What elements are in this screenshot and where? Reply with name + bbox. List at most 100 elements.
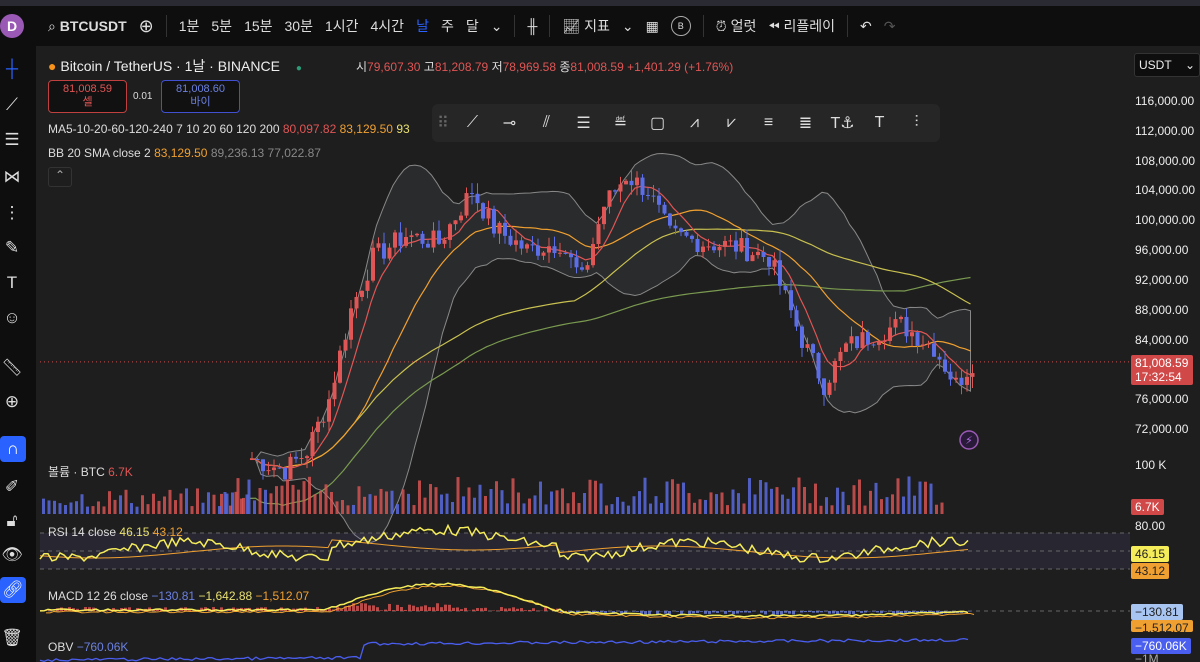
unlock-icon[interactable]: 🔓︎: [0, 508, 24, 534]
abc-wave-icon[interactable]: ⩗: [713, 114, 750, 132]
horizontal-ray-icon[interactable]: ⊸: [491, 113, 528, 133]
projection-icon[interactable]: ⋮: [0, 200, 24, 226]
bb-legend[interactable]: BB 20 SMA close 2 83,129.50 89,236.13 77…: [48, 146, 321, 160]
macd-histogram-bar: [436, 603, 439, 611]
candle: [728, 240, 733, 242]
volume-bar: [313, 494, 317, 514]
lock-drawing-icon[interactable]: ✐: [0, 474, 24, 500]
anchored-text-icon[interactable]: T⚓︎: [824, 113, 861, 133]
text-icon[interactable]: T: [861, 114, 898, 132]
candle: [783, 285, 788, 291]
interval-4h[interactable]: 4시간: [371, 16, 405, 36]
indicators-button[interactable]: 📈︎ 지표: [562, 16, 609, 36]
rsi-legend[interactable]: RSI 14 close 46.15 43.12: [48, 525, 183, 539]
lightning-icon: ⚡︎: [965, 435, 973, 447]
volume-bar: [539, 481, 542, 514]
interval-1m[interactable]: 1분: [179, 16, 200, 36]
volume-bar: [341, 499, 344, 514]
redo-icon[interactable]: ↷: [884, 18, 896, 35]
macd-histogram-bar: [788, 611, 791, 614]
volume-legend[interactable]: 볼륨 · BTC 6.7K: [48, 463, 133, 480]
crosshair-icon[interactable]: ┼: [0, 56, 24, 82]
interval-5m[interactable]: 5분: [211, 16, 232, 36]
candle: [932, 343, 936, 357]
parallel-channel-icon[interactable]: ⫽: [528, 114, 565, 132]
eye-icon[interactable]: 👁︎: [0, 542, 24, 568]
macd-histogram-bar: [372, 605, 375, 611]
brush-icon[interactable]: ✎: [0, 235, 24, 261]
volume-bar: [550, 491, 553, 514]
replay-button[interactable]: ⏪︎ 리플레이: [768, 16, 835, 36]
volume-bar: [445, 493, 449, 514]
pitchfork-icon[interactable]: ☰: [565, 113, 602, 133]
macd-histogram-bar: [364, 603, 367, 611]
candle-type-icon[interactable]: ╫: [527, 18, 537, 34]
drag-handle-icon[interactable]: ⠿: [432, 113, 454, 133]
fib-extension-icon[interactable]: ≣: [787, 113, 824, 133]
volume-bar: [814, 483, 817, 514]
volume-bar: [462, 496, 465, 514]
volume-bar: [935, 504, 938, 514]
volume-bar: [478, 484, 482, 514]
elliott-wave-icon[interactable]: ⩘: [676, 114, 713, 132]
symbol-search[interactable]: ⌕ BTCUSDT: [48, 18, 127, 35]
volume-profile-icon[interactable]: ⫶: [898, 114, 935, 132]
sell-button[interactable]: 81,008.59 셀: [48, 80, 127, 113]
macd-histogram-bar: [748, 611, 751, 613]
candle: [827, 382, 832, 395]
magnet-icon[interactable]: ∩: [0, 436, 26, 462]
macd-histogram-bar: [368, 605, 371, 611]
obv-legend[interactable]: OBV −760.06K: [48, 640, 128, 654]
trendline-icon[interactable]: ⟋: [0, 92, 24, 118]
macd-histogram-bar: [356, 605, 359, 611]
interval-week[interactable]: 주: [441, 16, 454, 36]
candle: [904, 316, 909, 337]
text-icon[interactable]: T: [0, 270, 24, 296]
volume-bar: [275, 486, 278, 514]
macd-legend[interactable]: MACD 12 26 close −130.81 −1,642.88 −1,51…: [48, 589, 309, 603]
chevron-down-icon[interactable]: ⌄: [622, 18, 634, 35]
low-value: 78,969.58: [502, 60, 556, 74]
interval-30m[interactable]: 30분: [285, 16, 313, 36]
layout-grid-icon[interactable]: ▦: [646, 18, 659, 35]
fib-retracement-icon[interactable]: ≡: [750, 114, 787, 132]
candle: [607, 190, 612, 207]
candle: [761, 251, 766, 257]
pattern-icon[interactable]: ⋈: [0, 164, 24, 190]
avatar[interactable]: D: [0, 14, 24, 38]
macd-histogram-bar: [400, 607, 403, 611]
rectangle-icon[interactable]: ▢: [639, 113, 676, 133]
volume-bar: [495, 481, 498, 514]
undo-icon[interactable]: ↶: [860, 18, 872, 35]
volume-bar: [47, 500, 51, 514]
fib-lines-icon[interactable]: ☰: [0, 127, 24, 153]
interval-15m[interactable]: 15분: [244, 16, 272, 36]
collapse-legend-button[interactable]: ⌃: [48, 167, 72, 187]
add-symbol-button[interactable]: ⊕: [139, 16, 154, 37]
interval-1h[interactable]: 1시간: [325, 16, 359, 36]
alert-button[interactable]: ⏰︎ 얼럿: [716, 16, 757, 36]
chevron-down-icon[interactable]: ⌄: [491, 18, 503, 35]
fib-fan-icon[interactable]: ≝: [602, 113, 639, 133]
interval-month[interactable]: 달: [466, 16, 479, 36]
candle: [514, 240, 518, 245]
buy-button[interactable]: 81,008.60 바이: [161, 80, 240, 113]
obv-axis-label: −1M: [1135, 652, 1159, 662]
macd-histogram-bar: [416, 607, 419, 611]
currency-select[interactable]: USDT ⌄: [1134, 53, 1200, 77]
ruler-icon[interactable]: 📏︎: [0, 355, 24, 381]
buy-label: 바이: [190, 96, 211, 108]
candle: [855, 336, 859, 349]
emoji-icon[interactable]: ☺: [0, 305, 24, 331]
volume-bar: [379, 488, 383, 514]
link-icon[interactable]: 🔗︎: [0, 577, 26, 603]
interval-day[interactable]: 날: [416, 16, 429, 36]
zoom-in-icon[interactable]: ⊕: [0, 389, 24, 415]
volume-bar: [698, 499, 702, 514]
volume-bar: [852, 485, 856, 514]
candle: [690, 235, 694, 239]
ma-legend[interactable]: MA5-10-20-60-120-240 7 10 20 60 120 200 …: [48, 122, 410, 136]
trash-icon[interactable]: 🗑︎: [0, 625, 24, 651]
trendline-icon[interactable]: ⟋: [454, 114, 491, 132]
badge-button[interactable]: B: [670, 16, 691, 36]
